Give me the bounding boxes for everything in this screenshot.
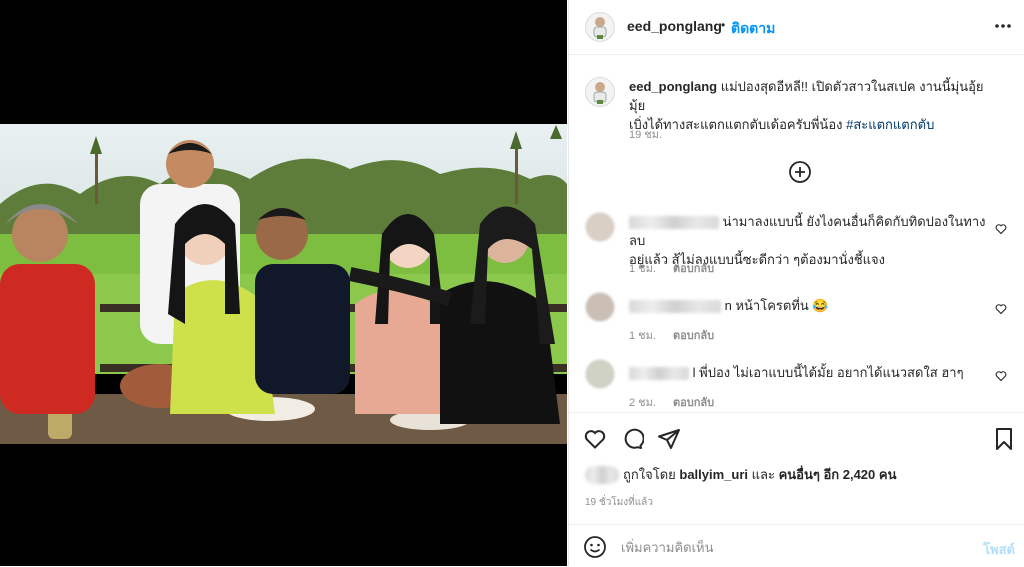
share-icon[interactable]: [657, 427, 681, 451]
more-horizontal-icon[interactable]: [993, 18, 1013, 34]
liker-avatars[interactable]: [585, 466, 619, 484]
like-comment-heart-icon[interactable]: [995, 222, 1007, 235]
post-photo[interactable]: [0, 124, 567, 444]
caption-time: 19 ชม.: [629, 129, 663, 141]
caption-username[interactable]: eed_ponglang: [629, 79, 717, 94]
post-media: [0, 0, 567, 566]
avatar[interactable]: [585, 292, 615, 322]
like-comment-heart-icon[interactable]: [995, 369, 1007, 382]
comment-text-line1: n หน้าโครตที่น 😂: [724, 298, 829, 313]
comment-item: l พี่ปอง ไม่เอาแบบนี้ได้มั้ย อยากได้แนวส…: [585, 359, 1015, 409]
reply-button[interactable]: ตอบกลับ: [673, 263, 714, 275]
like-comment-heart-icon[interactable]: [995, 302, 1007, 315]
comment-time: 1 ชม.: [629, 330, 656, 342]
plus-circle-icon[interactable]: [788, 160, 812, 184]
post-actions: ถูกใจโดย ballyim_uri และ คนอื่นๆ อีก 2,4…: [569, 412, 1024, 525]
post-comment-button[interactable]: โพสต์: [983, 539, 1015, 560]
header-username[interactable]: eed_ponglang: [627, 18, 722, 34]
comment-time: 2 ชม.: [629, 397, 656, 409]
likes-row: ถูกใจโดย ballyim_uri และ คนอื่นๆ อีก 2,4…: [585, 465, 1015, 485]
post-time-ago: 19 ชั่วโมงที่แล้ว: [585, 497, 653, 508]
caption-hashtag[interactable]: #สะแตกแตกตับ: [846, 117, 934, 132]
comment-icon[interactable]: [620, 427, 645, 451]
add-comment-bar: โพสต์: [569, 524, 1024, 567]
blurred-username[interactable]: [629, 300, 721, 314]
bookmark-icon[interactable]: [993, 427, 1015, 451]
avatar[interactable]: [585, 212, 615, 242]
comment-item: n หน้าโครตที่น 😂 1 ชม. ตอบกลับ: [585, 292, 1015, 342]
post-panel: eed_ponglang • ติดตาม eed_ponglang แม่ปอ: [568, 0, 1024, 566]
reply-button[interactable]: ตอบกลับ: [673, 330, 714, 342]
blurred-username[interactable]: [629, 216, 719, 230]
post-header: eed_ponglang • ติดตาม: [569, 0, 1024, 55]
likes-middle: และ: [748, 467, 779, 482]
liker-username[interactable]: ballyim_uri: [679, 467, 748, 482]
likes-prefix: ถูกใจโดย: [623, 467, 680, 482]
comment-time: 1 ชม.: [629, 263, 656, 275]
header-separator: •: [721, 18, 726, 32]
emoji-icon[interactable]: [583, 535, 607, 559]
avatar[interactable]: [585, 359, 615, 389]
comment-item: น่ามาลงแบบนี้ ยังไงคนอื่นก็คิดกับทิดปองใ…: [585, 210, 1015, 276]
comment-input[interactable]: [619, 535, 963, 559]
comment-text-line1: l พี่ปอง ไม่เอาแบบนี้ได้มั้ย อยากได้แนวส…: [692, 365, 964, 380]
blurred-username[interactable]: [629, 367, 689, 381]
reply-button[interactable]: ตอบกลับ: [673, 397, 714, 409]
follow-button[interactable]: ติดตาม: [731, 18, 775, 40]
comments-section: eed_ponglang แม่ปองสุดอีหลี!! เปิดตัวสาว…: [569, 55, 1024, 412]
likes-others[interactable]: คนอื่นๆ อีก 2,420 คน: [779, 467, 897, 482]
avatar[interactable]: [585, 77, 615, 107]
heart-icon[interactable]: [583, 427, 607, 451]
avatar[interactable]: [585, 12, 615, 42]
